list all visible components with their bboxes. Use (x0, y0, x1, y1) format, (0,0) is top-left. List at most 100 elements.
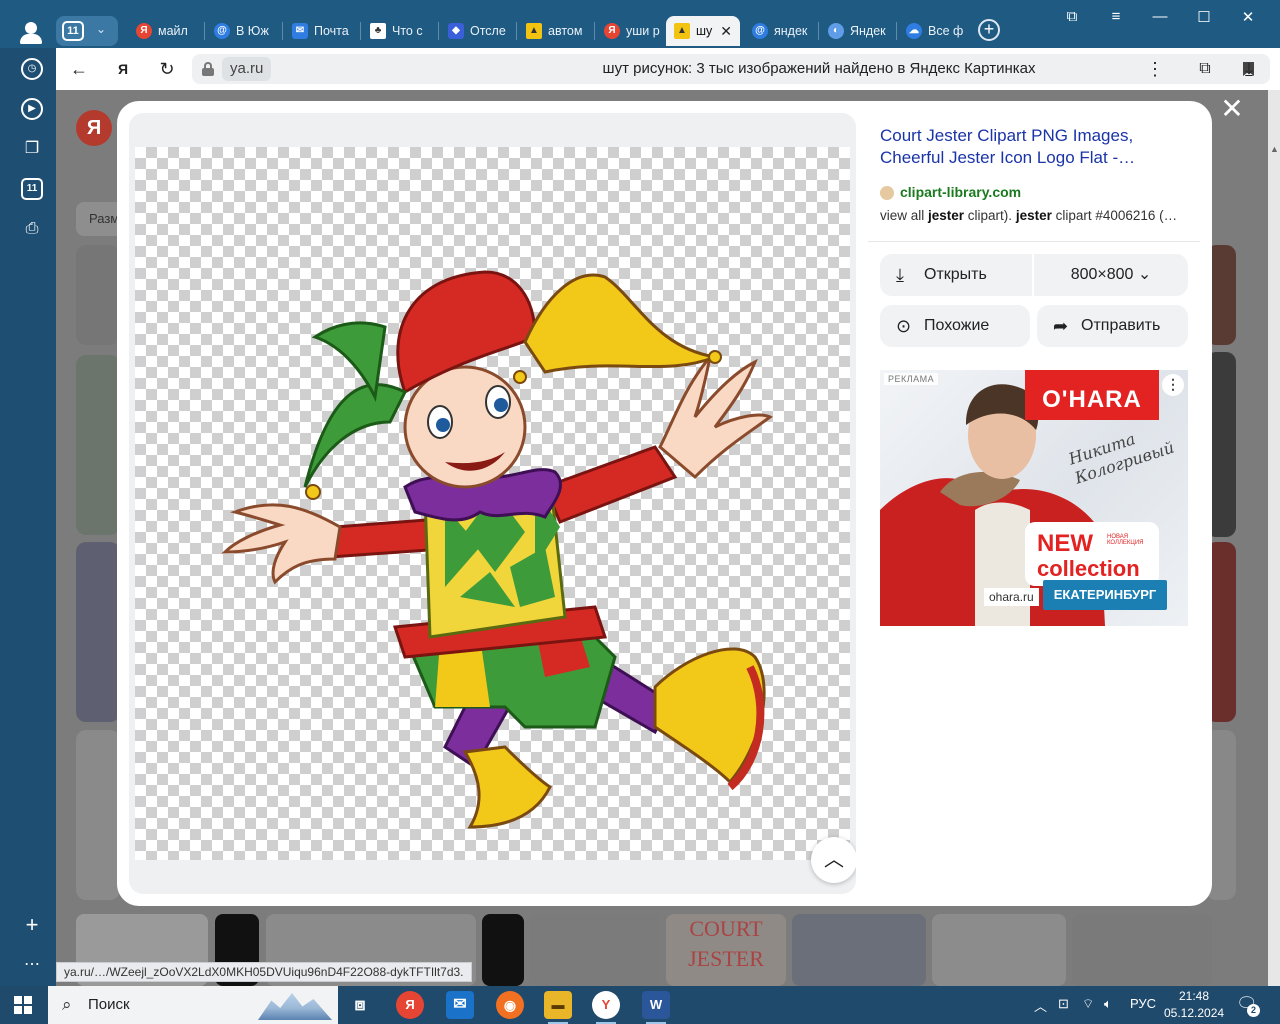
jester-image[interactable] (215, 187, 775, 847)
share-arrow-icon: ➦ (1053, 316, 1069, 336)
result-thumbnail[interactable] (482, 914, 524, 986)
back-icon[interactable]: ← (66, 56, 92, 82)
language-indicator[interactable]: РУС (1130, 996, 1156, 1011)
yandex-icon: Я (136, 23, 152, 39)
tab[interactable]: @ В Юж (206, 16, 278, 46)
source-domain: clipart-library.com (900, 184, 1022, 200)
cube-icon: ◆ (448, 23, 464, 39)
reload-icon[interactable]: ↻ (154, 56, 180, 82)
result-title-link[interactable]: Court Jester Clipart PNG Images, Cheerfu… (880, 125, 1180, 169)
site-favicon-icon (880, 186, 894, 200)
cloud-icon: ☁ (906, 23, 922, 39)
ad-label: РЕКЛАМА (884, 373, 939, 385)
link-status-url: ya.ru/…/WZeejl_zOoVX2LdX0MKH05DVUiqu96nD… (56, 962, 472, 982)
collapse-up-button[interactable]: ︿ (811, 837, 856, 883)
tray-expand-icon[interactable]: ︿ (1034, 996, 1047, 1015)
result-thumbnail[interactable] (76, 730, 120, 900)
download-icon[interactable]: ⤓ (1236, 56, 1262, 82)
mail-app-icon[interactable]: ✉ (446, 991, 474, 1019)
close-window-icon[interactable]: ✕ (1236, 8, 1260, 26)
minimize-icon[interactable]: — (1148, 8, 1172, 25)
maximize-icon[interactable]: ☐ (1192, 8, 1216, 26)
add-panel-icon[interactable]: + (21, 914, 43, 936)
tab[interactable]: @ яндек (744, 16, 814, 46)
address-bar: ← Я ↻ ya.ru шут рисунок: 3 тыс изображен… (56, 48, 1280, 90)
tab[interactable]: ▲ автом (518, 16, 590, 46)
yandex-browser-icon[interactable]: Y (592, 991, 620, 1024)
history-icon[interactable]: ◷ (21, 58, 43, 80)
wifi-icon[interactable]: ⌔ (1082, 996, 1094, 1012)
result-thumbnail[interactable] (530, 914, 660, 986)
yandex-icon[interactable]: Я (396, 991, 424, 1019)
tab-active[interactable]: ▲ шу ✕ (666, 16, 740, 46)
image-preview-area: ︿ (129, 113, 856, 894)
screenshot-icon[interactable]: ⎙ (21, 218, 43, 240)
mail-at-icon: @ (752, 23, 768, 39)
ad-banner[interactable]: РЕКЛАМА O'HARA ⋮ Никита Кологривый NEW Н… (880, 370, 1188, 626)
taskbar-search[interactable]: ⌕ Поиск (48, 986, 338, 1024)
download-icon: ⤓ (896, 265, 904, 285)
result-thumbnail-court-jester[interactable]: COURT JESTER (666, 914, 786, 986)
windows-start-icon[interactable] (14, 996, 32, 1014)
ad-domain: ohara.ru (984, 588, 1039, 606)
result-thumbnail[interactable] (76, 355, 120, 535)
url-field[interactable]: ya.ru шут рисунок: 3 тыс изображений най… (192, 54, 1270, 84)
tab[interactable]: ◆ Отсле (440, 16, 512, 46)
tab-counter-button[interactable]: 11 ⌄ (56, 16, 118, 46)
tab-strip: 11 ⌄ Ямайл @ В Юж ✉ Почта ♣ Что с ◆ Отсле ▲ а… (0, 0, 1280, 48)
advertisement-card: РЕКЛАМА O'HARA ⋮ Никита Кологривый NEW Н… (868, 358, 1200, 894)
tab[interactable]: ✉ Почта (284, 16, 356, 46)
result-thumbnail[interactable] (76, 245, 120, 345)
firefox-icon[interactable]: ◉ (496, 991, 524, 1019)
tab[interactable]: Ямайл (128, 16, 200, 46)
share-button[interactable]: ➦ Отправить (1037, 305, 1188, 347)
envelope-icon: ✉ (292, 23, 308, 39)
collections-icon[interactable]: ⧉ (1060, 8, 1084, 25)
close-viewer-icon[interactable]: ✕ (1219, 95, 1245, 123)
notifications-icon[interactable]: 🗨︎ 2 (1236, 994, 1260, 1017)
file-explorer-icon[interactable]: ▬ (544, 991, 572, 1024)
puzzle-icon: ♣ (370, 23, 386, 39)
new-tab-button[interactable]: + (978, 19, 1000, 41)
similar-images-button[interactable]: ⊙ Похожие (880, 305, 1030, 347)
tabs-icon[interactable]: 11 (21, 178, 43, 200)
network-icon[interactable]: ⊡ (1058, 996, 1069, 1012)
system-clock[interactable]: 21:48 05.12.2024 (1164, 988, 1224, 1022)
volume-icon[interactable]: 🔈︎ (1104, 996, 1112, 1012)
image-icon: ▲ (526, 23, 542, 39)
ad-menu-icon[interactable]: ⋮ (1162, 374, 1184, 396)
profile-icon[interactable] (14, 18, 48, 46)
open-image-button[interactable]: ⤓ Открыть (880, 254, 1032, 296)
yandex-icon[interactable]: Я (110, 56, 136, 82)
search-highlight-image (258, 993, 332, 1020)
brand-logo: O'HARA (1025, 370, 1159, 420)
tab[interactable]: Яуши р (596, 16, 664, 46)
sidebar: ◷ ▶ ❐ 11 ⎙ + ⋯ (0, 48, 56, 988)
result-info-card: Court Jester Clipart PNG Images, Cheerfu… (868, 113, 1200, 347)
more-vertical-icon[interactable]: ⋮ (1142, 56, 1168, 82)
page-scrollbar[interactable]: ▲ (1268, 90, 1280, 986)
collections-icon[interactable]: ❐ (21, 138, 43, 160)
result-thumbnail[interactable] (1072, 914, 1212, 986)
more-icon[interactable]: ⋯ (21, 954, 43, 976)
tab[interactable]: ◐ Яндек (820, 16, 892, 46)
tab[interactable]: ☁ Все ф (898, 16, 970, 46)
chevron-down-icon: ⌄ (1133, 266, 1152, 283)
image-icon: ▲ (674, 23, 690, 39)
yandex-logo[interactable]: Я (76, 110, 112, 146)
lock-icon[interactable] (202, 62, 214, 76)
result-thumbnail[interactable] (792, 914, 926, 986)
play-icon[interactable]: ▶ (21, 98, 43, 120)
result-thumbnail[interactable] (932, 914, 1066, 986)
image-viewer-modal: ︿ Court Jester Clipart PNG Images, Cheer… (117, 101, 1212, 906)
close-tab-icon[interactable]: ✕ (720, 23, 732, 40)
collections-icon[interactable]: ⧉ (1192, 56, 1218, 82)
task-view-icon[interactable]: ⧈ (346, 991, 374, 1019)
result-thumbnail[interactable] (76, 542, 120, 722)
page-title: шут рисунок: 3 тыс изображений найдено в… (602, 60, 1036, 77)
chevron-down-icon: ⌄ (96, 22, 107, 36)
menu-icon[interactable]: ≡ (1104, 8, 1128, 25)
tab[interactable]: ♣ Что с (362, 16, 434, 46)
word-icon[interactable]: W (642, 991, 670, 1024)
image-size-dropdown[interactable]: 800×800 ⌄ (1034, 254, 1188, 296)
